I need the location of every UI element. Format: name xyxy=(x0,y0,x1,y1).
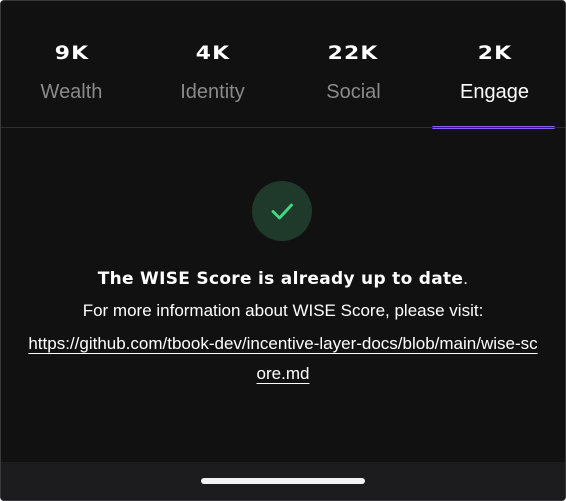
tab-score: 4K xyxy=(195,42,230,64)
home-indicator[interactable] xyxy=(201,478,365,484)
tab-label: Identity xyxy=(180,81,245,103)
tabs-divider xyxy=(1,127,565,128)
success-badge xyxy=(252,181,312,241)
status-headline-period: . xyxy=(463,269,469,288)
score-tabs: 9K Wealth 4K Identity 22K Social 2K Enga… xyxy=(1,1,565,129)
status-headline: The WISE Score is already up to date. xyxy=(1,267,565,291)
tab-engage[interactable]: 2K Engage xyxy=(424,1,565,129)
bottom-bar xyxy=(1,462,565,500)
tab-score: 9K xyxy=(54,42,89,64)
tab-label: Social xyxy=(326,81,381,103)
tab-wealth[interactable]: 9K Wealth xyxy=(1,1,142,127)
wise-score-docs-link[interactable]: https://github.com/tbook-dev/incentive-l… xyxy=(25,329,541,389)
status-headline-text: The WISE Score is already up to date xyxy=(97,269,464,289)
tab-score: 22K xyxy=(328,42,379,64)
tab-label: Engage xyxy=(460,81,529,103)
tab-identity[interactable]: 4K Identity xyxy=(142,1,283,127)
checkmark-icon xyxy=(271,203,293,220)
app-screen: 9K Wealth 4K Identity 22K Social 2K Enga… xyxy=(0,0,566,501)
tab-score: 2K xyxy=(477,42,512,64)
info-text: For more information about WISE Score, p… xyxy=(82,301,484,320)
tab-social[interactable]: 22K Social xyxy=(283,1,424,127)
tab-label: Wealth xyxy=(40,81,103,103)
